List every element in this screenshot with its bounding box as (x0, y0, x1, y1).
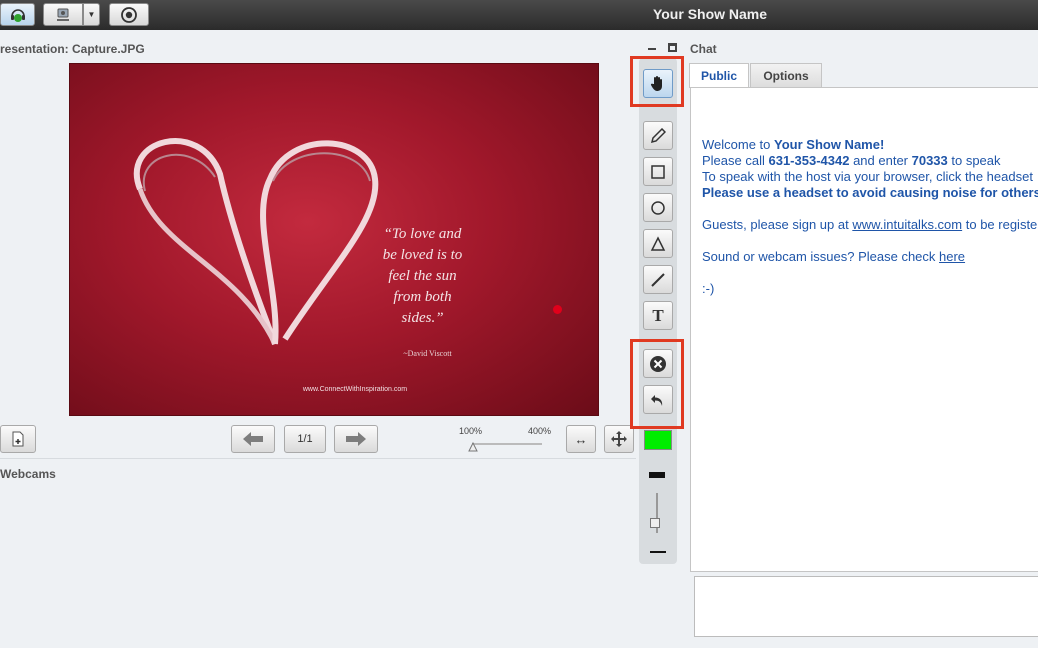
thickness-indicator (649, 472, 665, 478)
ellipse-tool-button[interactable] (643, 193, 673, 222)
smiley-message: :-) (702, 281, 715, 296)
triangle-tool-button[interactable] (643, 229, 673, 258)
presentation-title: resentation: Capture.JPG (0, 42, 145, 56)
message-text: Please call (702, 153, 769, 168)
headset-button[interactable] (0, 3, 35, 26)
text-tool-button[interactable]: T (643, 301, 673, 330)
rectangle-icon (651, 164, 665, 179)
browser-message: To speak with the host via your browser,… (702, 169, 1033, 184)
guests-message: Guests, please sign up at www.intuitalks… (702, 217, 1038, 233)
record-icon (121, 6, 137, 23)
message-text: Guests, please sign up at (702, 217, 853, 232)
signup-link[interactable]: www.intuitalks.com (852, 217, 962, 232)
help-link[interactable]: here (939, 249, 965, 264)
color-picker[interactable] (644, 430, 672, 450)
webcam-share-button[interactable] (43, 3, 83, 26)
line-icon (651, 272, 665, 287)
top-bar (0, 0, 1038, 30)
slide-quote: “To love and be loved is to feel the sun… (382, 226, 463, 326)
tab-options[interactable]: Options (750, 63, 822, 88)
circle-icon (651, 200, 665, 215)
next-slide-button[interactable] (334, 425, 378, 453)
divider (0, 458, 636, 459)
thickness-slider-thumb[interactable] (650, 518, 660, 528)
fit-width-button[interactable]: ↔ (566, 425, 596, 453)
message-text: Welcome to (702, 137, 775, 152)
rectangle-tool-button[interactable] (643, 157, 673, 186)
zoom-slider-thumb[interactable] (468, 442, 478, 452)
fit-width-icon: ↔ (574, 431, 588, 447)
paper-hearts-image (134, 138, 379, 346)
line-tool-button[interactable] (643, 265, 673, 294)
tab-public[interactable]: Public (689, 63, 749, 88)
webcams-title: Webcams (0, 467, 56, 481)
undo-button[interactable] (643, 385, 673, 414)
pencil-icon (650, 127, 666, 143)
slide-image[interactable]: “To love and be loved is to feel the sun… (69, 63, 599, 416)
text-icon: T (652, 305, 664, 325)
page-number-button[interactable]: 1/1 (284, 425, 326, 453)
chat-input[interactable] (694, 576, 1038, 637)
arrow-left-icon (243, 432, 263, 446)
caret-down-icon: ▼ (87, 10, 96, 19)
zoom-slider[interactable] (472, 443, 542, 445)
previous-slide-button[interactable] (231, 425, 275, 453)
call-message: Please call 631-353-4342 and enter 70333… (702, 153, 1038, 169)
message-text: and enter (849, 153, 912, 168)
slide-website: www.ConnectWithInspiration.com (302, 386, 408, 393)
welcome-message: Welcome to Your Show Name! (702, 137, 1038, 153)
thin-line-indicator (650, 551, 666, 553)
record-button[interactable] (109, 3, 149, 26)
clear-icon (650, 355, 666, 372)
fit-page-button[interactable] (604, 425, 634, 453)
phone-number: 631-353-4342 (768, 153, 850, 168)
upload-presentation-button[interactable] (0, 425, 36, 453)
undo-icon (651, 394, 663, 406)
zoom-max-label: 400% (528, 426, 552, 436)
show-name: Your Show Name! (774, 137, 885, 152)
minimize-icon[interactable] (648, 48, 656, 50)
message-text: to be registered (965, 217, 1038, 232)
pan-tool-button[interactable] (643, 69, 673, 98)
webcam-icon (57, 8, 69, 21)
webcam-dropdown-button[interactable]: ▼ (83, 3, 100, 26)
hand-icon (650, 76, 662, 91)
pencil-tool-button[interactable] (643, 121, 673, 150)
app-title: Your Show Name (652, 6, 768, 22)
message-text: to speak (947, 153, 1001, 168)
slide-quote-author: ~David Viscott (403, 349, 452, 358)
move-icon (611, 431, 627, 447)
sound-message: Sound or webcam issues? Please check her… (702, 249, 1038, 265)
headset-icon (10, 8, 25, 22)
clear-button[interactable] (643, 349, 673, 378)
headset-message: Please use a headset to avoid causing no… (702, 185, 1038, 200)
maximize-icon[interactable] (668, 43, 677, 52)
zoom-min-label: 100% (459, 426, 483, 436)
triangle-icon (650, 235, 666, 251)
message-text: Sound or webcam issues? Please check (702, 249, 940, 264)
upload-file-icon (12, 431, 24, 447)
chat-messages: Welcome to Your Show Name! Please call 6… (702, 137, 1038, 297)
access-code: 70333 (911, 153, 948, 168)
arrow-right-icon (346, 432, 366, 446)
chat-title: Chat (690, 42, 717, 56)
presenter-pointer (553, 305, 562, 314)
